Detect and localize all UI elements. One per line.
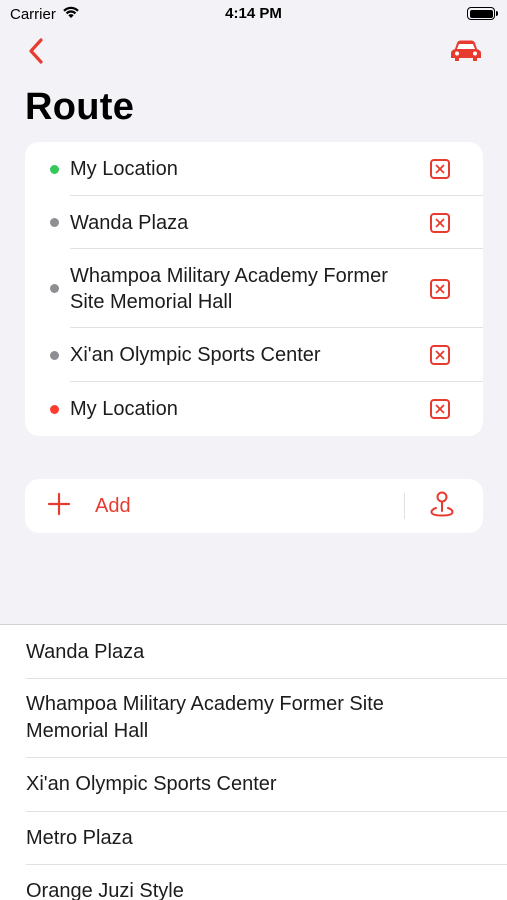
back-button[interactable]	[22, 36, 50, 70]
chevron-left-icon	[28, 37, 44, 69]
suggestion-divider	[26, 864, 507, 865]
suggestion-item[interactable]: Orange Juzi Style	[26, 878, 507, 900]
route-stop-row[interactable]: My Location	[25, 382, 483, 436]
suggestion-divider	[26, 678, 507, 679]
status-time: 4:14 PM	[225, 5, 282, 22]
pick-on-map-button[interactable]	[427, 491, 457, 521]
remove-stop-button[interactable]	[430, 159, 450, 179]
route-stop-label: My Location	[70, 398, 178, 420]
route-stops-card: My Location Wanda Plaza Whampoa Military…	[25, 142, 483, 436]
page-title: Route	[25, 86, 135, 128]
remove-stop-button[interactable]	[430, 278, 450, 299]
suggestion-item[interactable]: Metro Plaza	[26, 825, 507, 852]
route-stop-label: Xi'an Olympic Sports Center	[70, 344, 321, 366]
start-dot-icon	[50, 164, 59, 174]
suggestion-divider	[26, 757, 507, 758]
suggestion-item[interactable]: Wanda Plaza	[26, 639, 507, 666]
suggestion-item[interactable]: Whampoa Military Academy Former Site Mem…	[26, 691, 427, 745]
route-stop-row[interactable]: Wanda Plaza	[25, 196, 483, 249]
route-stop-label: Wanda Plaza	[70, 211, 189, 234]
add-stop-button[interactable]: Add	[47, 479, 131, 533]
add-label: Add	[95, 494, 131, 517]
car-mode-button[interactable]	[449, 38, 483, 68]
route-stop-row[interactable]: Whampoa Military Academy Former Site Mem…	[25, 249, 483, 328]
remove-stop-button[interactable]	[430, 345, 450, 365]
add-card-divider	[404, 493, 405, 519]
plus-icon	[47, 492, 71, 521]
suggestion-divider	[26, 811, 507, 812]
route-stop-row[interactable]: Xi'an Olympic Sports Center	[25, 328, 483, 382]
status-bar: Carrier 4:14 PM	[0, 0, 507, 28]
battery-icon	[467, 7, 498, 20]
car-icon	[450, 39, 482, 68]
add-stop-card: Add	[25, 479, 483, 533]
end-dot-icon	[50, 404, 59, 414]
waypoint-dot-icon	[50, 350, 59, 360]
route-stop-label: Whampoa Military Academy Former Site Mem…	[70, 264, 388, 313]
route-stop-row[interactable]: My Location	[25, 142, 483, 196]
remove-stop-button[interactable]	[430, 399, 450, 419]
remove-stop-button[interactable]	[430, 212, 450, 233]
map-pin-icon	[429, 490, 455, 523]
waypoint-dot-icon	[50, 284, 59, 293]
suggestions-list: Wanda Plaza Whampoa Military Academy For…	[0, 624, 507, 900]
waypoint-dot-icon	[50, 218, 59, 227]
suggestion-item[interactable]: Xi'an Olympic Sports Center	[26, 771, 507, 798]
route-stop-label: My Location	[70, 158, 178, 180]
